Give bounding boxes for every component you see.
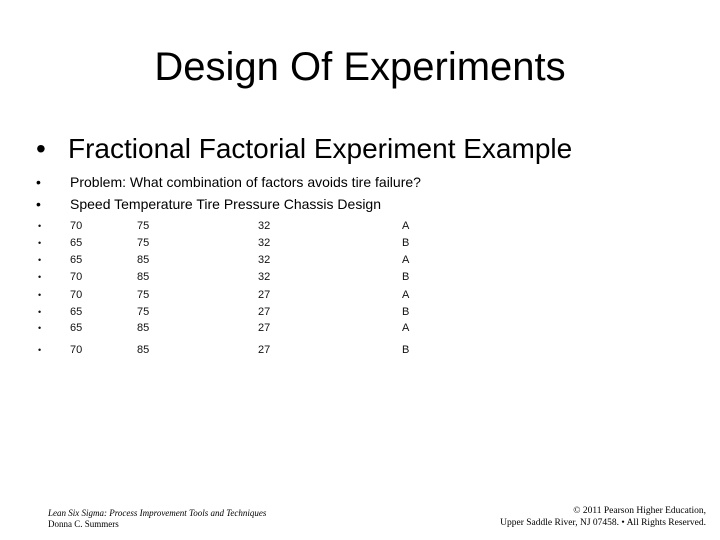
copyright-line-2: Upper Saddle River, NJ 07458. • All Righ… [500,518,706,528]
tire-pressure-cell: 27 [258,306,271,318]
temperature-cell: 75 [137,220,150,232]
chassis-design-cell: B [402,237,410,249]
speed-cell: 65 [70,306,83,318]
temperature-cell: 85 [137,322,150,334]
bullet-icon: • [38,221,42,231]
temperature-cell: 75 [137,237,150,249]
speed-cell: 65 [70,254,83,266]
chassis-design-cell: B [402,344,410,356]
chassis-design-cell: A [402,322,410,334]
main-bullet-text: Fractional Factorial Experiment Example [68,133,573,164]
bullet-icon: • [38,255,42,265]
bullet-icon: • [38,323,42,333]
tire-pressure-cell: 32 [258,271,271,283]
chassis-design-cell: B [402,306,410,318]
tire-pressure-cell: 32 [258,220,271,232]
chassis-design-cell: A [402,289,410,301]
speed-cell: 70 [70,271,83,283]
tire-pressure-cell: 32 [258,237,271,249]
main-bullet: • Fractional Factorial Experiment Example [36,131,572,167]
bullet-icon: • [36,174,41,190]
speed-cell: 70 [70,344,83,356]
footer-copyright: © 2011 Pearson Higher Education, Upper S… [500,505,706,529]
bullet-icon: • [38,238,42,248]
speed-cell: 65 [70,237,83,249]
tire-pressure-cell: 27 [258,344,271,356]
bullet-icon: • [38,345,42,355]
chassis-design-cell: A [402,220,410,232]
temperature-cell: 85 [137,271,150,283]
tire-pressure-cell: 27 [258,322,271,334]
speed-cell: 65 [70,322,83,334]
temperature-cell: 75 [137,289,150,301]
temperature-cell: 75 [137,306,150,318]
tire-pressure-cell: 27 [258,289,271,301]
copyright-line-1: © 2011 Pearson Higher Education, [573,506,706,516]
bullet-icon: • [38,272,42,282]
speed-cell: 70 [70,289,83,301]
tire-pressure-cell: 32 [258,254,271,266]
speed-cell: 70 [70,220,83,232]
bullet-icon: • [38,307,42,317]
bullet-icon: • [38,290,42,300]
slide-title: Design Of Experiments [154,45,566,89]
chassis-design-cell: A [402,254,410,266]
temperature-cell: 85 [137,344,150,356]
column-headers-text: Speed Temperature Tire Pressure Chassis … [70,196,382,212]
temperature-cell: 85 [137,254,150,266]
footer-book-credit: Lean Six Sigma: Process Improvement Tool… [48,508,266,530]
bullet-icon: • [36,196,41,212]
book-title: Lean Six Sigma: Process Improvement Tool… [48,508,267,518]
problem-text: Problem: What combination of factors avo… [70,174,421,190]
bullet-icon: • [36,133,46,164]
author-name: Donna C. Summers [48,519,119,529]
chassis-design-cell: B [402,271,410,283]
